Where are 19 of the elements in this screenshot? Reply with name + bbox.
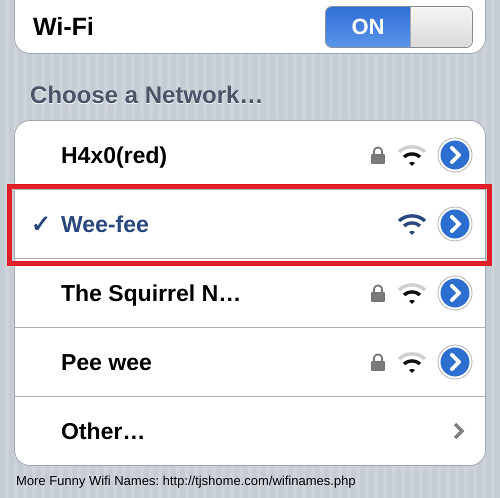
wifi-signal-icon — [397, 282, 427, 304]
wifi-signal-icon — [397, 144, 427, 166]
checkmark: ✓ — [31, 210, 51, 238]
caption: More Funny Wifi Names: http://tjshome.com/wifinames.php — [15, 472, 357, 488]
network-name[interactable]: Pee wee — [61, 348, 152, 376]
detail-disclosure-icon[interactable] — [437, 275, 473, 311]
detail-disclosure-icon[interactable] — [437, 344, 473, 380]
chevron-icon — [453, 422, 465, 440]
detail-disclosure-icon[interactable] — [437, 137, 473, 173]
other-network-item[interactable]: Other… — [61, 418, 146, 444]
section-header: Choose a Network… — [29, 81, 264, 111]
wifi-signal-icon — [397, 351, 427, 373]
wifi-toggle[interactable]: ON — [325, 6, 473, 48]
network-name[interactable]: H4x0(red) — [61, 142, 168, 168]
wifi-label: Wi-Fi — [33, 12, 95, 42]
network-name[interactable]: The Squirrel N… — [61, 280, 242, 306]
wifi-signal-icon — [397, 213, 427, 235]
detail-disclosure-icon[interactable] — [437, 206, 473, 242]
network-name[interactable]: Wee-fee — [61, 210, 149, 238]
